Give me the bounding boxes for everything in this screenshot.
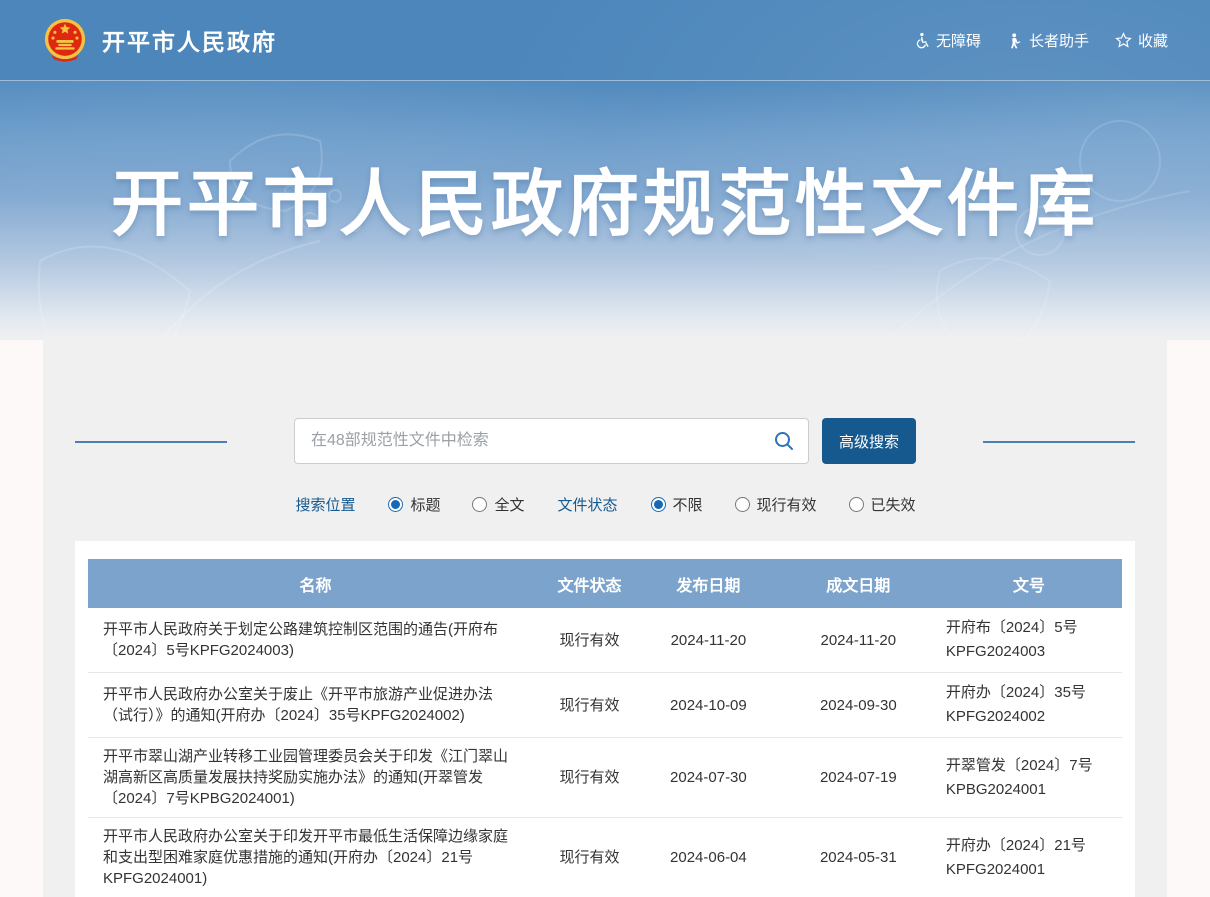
document-title-link[interactable]: 开平市人民政府办公室关于印发开平市最低生活保障边缘家庭和支出型困难家庭优惠措施的…	[88, 818, 543, 897]
accessibility-label: 无障碍	[936, 30, 981, 51]
doc-number: 开府办〔2024〕21号 KPFG2024001	[936, 818, 1122, 897]
wheelchair-icon	[913, 32, 930, 49]
doc-number-line2: KPFG2024001	[946, 858, 1116, 882]
document-title-link[interactable]: 开平市人民政府办公室关于废止《开平市旅游产业促进办法（试行）》的通知(开府办〔2…	[88, 673, 543, 738]
star-icon	[1115, 32, 1132, 49]
written-date: 2024-11-20	[781, 608, 936, 673]
document-title-link[interactable]: 开平市人民政府关于划定公路建筑控制区范围的通告(开府布〔2024〕5号KPFG2…	[88, 608, 543, 673]
search-icon[interactable]	[772, 429, 796, 453]
doc-number: 开翠管发〔2024〕7号 KPBG2024001	[936, 738, 1122, 818]
elder-assistant-label: 长者助手	[1029, 30, 1089, 51]
site-brand[interactable]: 开平市人民政府	[42, 17, 277, 63]
advanced-search-button[interactable]: 高级搜索	[822, 418, 916, 464]
page-title: 开平市人民政府规范性文件库	[0, 81, 1210, 250]
column-header-status: 文件状态	[543, 559, 636, 608]
documents-table-panel: 名称 文件状态 发布日期 成文日期 文号 开平市人民政府关于划定公路建筑控制区范…	[75, 541, 1135, 897]
radio-title-label: 标题	[410, 494, 440, 515]
doc-number-line2: KPFG2024002	[946, 705, 1116, 729]
doc-number-line1: 开府办〔2024〕35号	[946, 681, 1116, 705]
search-section: 高级搜索	[43, 418, 1167, 464]
top-utility-links: 无障碍 长者助手 收藏	[913, 30, 1168, 51]
doc-number: 开府办〔2024〕35号 KPFG2024002	[936, 673, 1122, 738]
written-date: 2024-05-31	[781, 818, 936, 897]
page-banner: 开平市人民政府规范性文件库	[0, 81, 1210, 340]
publish-date: 2024-10-09	[636, 673, 781, 738]
publish-date: 2024-11-20	[636, 608, 781, 673]
table-row: 开平市翠山湖产业转移工业园管理委员会关于印发《江门翠山湖高新区高质量发展扶持奖励…	[88, 738, 1122, 818]
document-title-link[interactable]: 开平市翠山湖产业转移工业园管理委员会关于印发《江门翠山湖高新区高质量发展扶持奖励…	[88, 738, 543, 818]
radio-expired-input[interactable]	[849, 497, 864, 512]
doc-number-line2: KPFG2024003	[946, 640, 1116, 664]
accessibility-link[interactable]: 无障碍	[913, 30, 981, 51]
radio-effective-label: 现行有效	[757, 494, 817, 515]
doc-number-line1: 开府办〔2024〕21号	[946, 834, 1116, 858]
search-options-row: 搜索位置 标题 全文 文件状态 不限 现行有效 已失效	[43, 494, 1167, 515]
document-status: 现行有效	[543, 673, 636, 738]
written-date: 2024-07-19	[781, 738, 936, 818]
document-status: 现行有效	[543, 608, 636, 673]
doc-number: 开府布〔2024〕5号 KPFG2024003	[936, 608, 1122, 673]
right-divider-line	[983, 441, 1135, 443]
column-header-publish-date: 发布日期	[636, 559, 781, 608]
favorite-label: 收藏	[1138, 30, 1168, 51]
column-header-doc-number: 文号	[936, 559, 1122, 608]
search-position-label: 搜索位置	[295, 494, 355, 515]
site-title: 开平市人民政府	[102, 23, 277, 57]
elder-assistant-link[interactable]: 长者助手	[1007, 30, 1089, 51]
table-row: 开平市人民政府办公室关于印发开平市最低生活保障边缘家庭和支出型困难家庭优惠措施的…	[88, 818, 1122, 897]
table-header-row: 名称 文件状态 发布日期 成文日期 文号	[88, 559, 1122, 608]
table-row: 开平市人民政府办公室关于废止《开平市旅游产业促进办法（试行）》的通知(开府办〔2…	[88, 673, 1122, 738]
table-row: 开平市人民政府关于划定公路建筑控制区范围的通告(开府布〔2024〕5号KPFG2…	[88, 608, 1122, 673]
publish-date: 2024-06-04	[636, 818, 781, 897]
favorite-link[interactable]: 收藏	[1115, 30, 1168, 51]
publish-date: 2024-07-30	[636, 738, 781, 818]
doc-number-line2: KPBG2024001	[946, 778, 1116, 802]
elder-icon	[1007, 32, 1023, 49]
radio-title-input[interactable]	[388, 497, 403, 512]
radio-expired[interactable]: 已失效	[849, 494, 916, 515]
doc-number-line1: 开翠管发〔2024〕7号	[946, 754, 1116, 778]
written-date: 2024-09-30	[781, 673, 936, 738]
radio-unlimited-input[interactable]	[651, 497, 666, 512]
radio-fulltext[interactable]: 全文	[472, 494, 524, 515]
national-emblem-logo	[42, 17, 88, 63]
radio-fulltext-label: 全文	[494, 494, 524, 515]
radio-fulltext-input[interactable]	[472, 497, 487, 512]
radio-effective[interactable]: 现行有效	[735, 494, 817, 515]
documents-table: 名称 文件状态 发布日期 成文日期 文号 开平市人民政府关于划定公路建筑控制区范…	[88, 559, 1122, 897]
column-header-name: 名称	[88, 559, 543, 608]
content-container: 高级搜索 搜索位置 标题 全文 文件状态 不限 现行有效 已失效	[43, 340, 1167, 897]
radio-expired-label: 已失效	[871, 494, 916, 515]
left-divider-line	[75, 441, 227, 443]
document-status: 现行有效	[543, 738, 636, 818]
radio-unlimited[interactable]: 不限	[651, 494, 703, 515]
radio-unlimited-label: 不限	[673, 494, 703, 515]
top-header-bar: 开平市人民政府 无障碍 长者助手 收藏	[0, 0, 1210, 81]
radio-effective-input[interactable]	[735, 497, 750, 512]
document-status: 现行有效	[543, 818, 636, 897]
search-box	[294, 418, 809, 464]
radio-title[interactable]: 标题	[388, 494, 440, 515]
search-input[interactable]	[294, 418, 809, 464]
doc-number-line1: 开府布〔2024〕5号	[946, 616, 1116, 640]
file-status-label: 文件状态	[557, 494, 617, 515]
column-header-written-date: 成文日期	[781, 559, 936, 608]
